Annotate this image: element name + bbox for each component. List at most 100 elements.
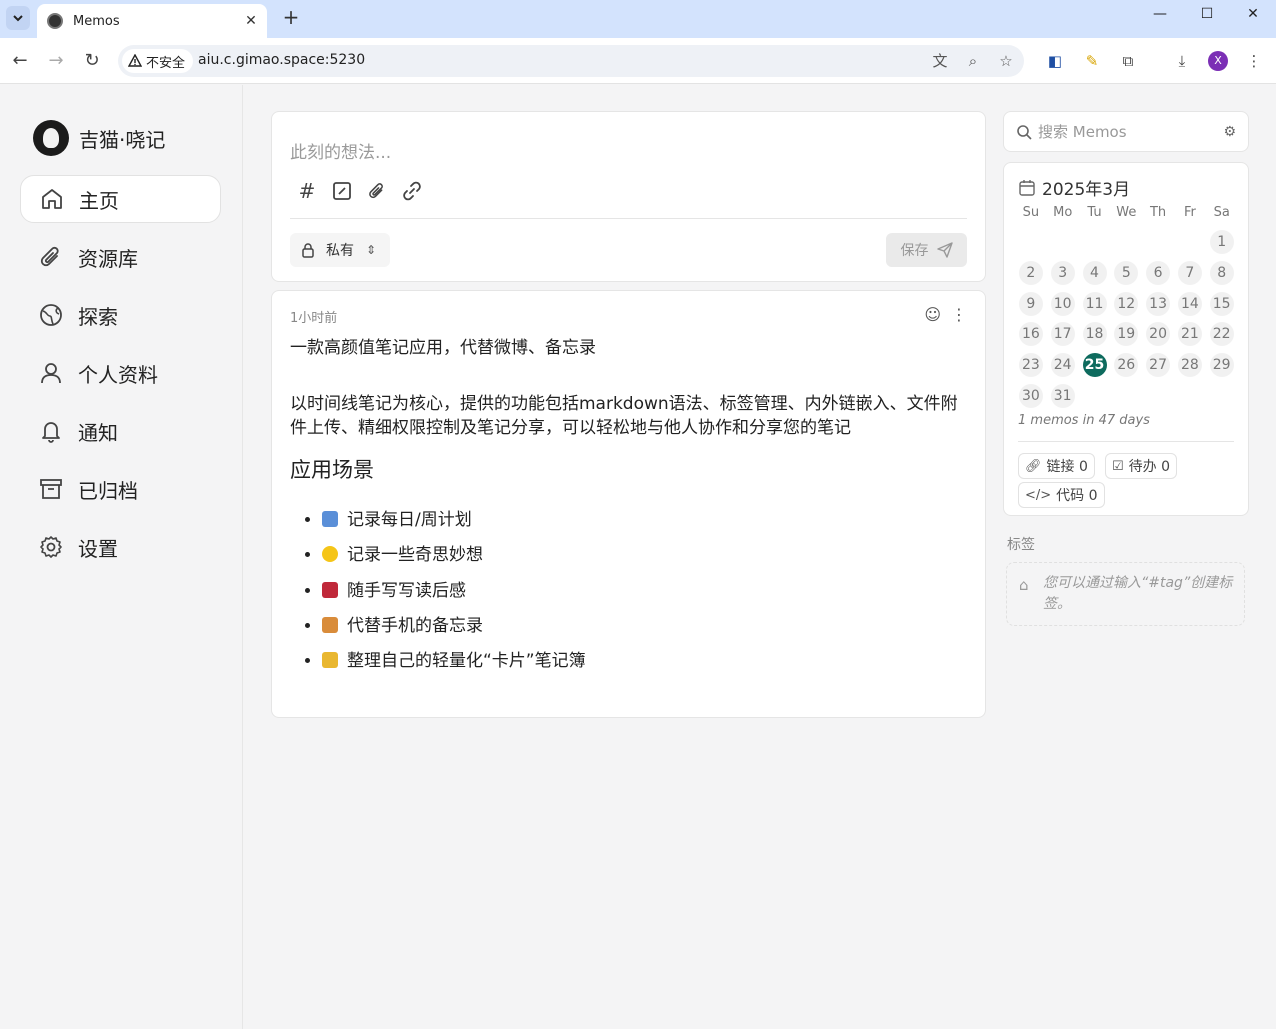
code-icon: </> [1025,487,1052,503]
calendar-day[interactable]: 3 [1050,260,1075,285]
calendar-day[interactable]: 7 [1177,260,1202,285]
calendar-day[interactable]: 30 [1018,384,1043,408]
filter-sliders-icon[interactable]: ⚙ [1223,124,1236,140]
weekday-label: We [1116,205,1137,220]
visibility-value: 私有 [326,243,354,259]
address-bar[interactable]: 不安全 aiu.c.gimao.space:5230 文 ⌕ ☆ [118,45,1024,77]
sidebar-item-home[interactable]: 主页 [20,175,221,223]
bookmark-star-icon[interactable]: ☆ [996,51,1016,71]
download-icon[interactable]: ⤓ [1171,50,1193,72]
calendar-day[interactable]: 1 [1209,230,1234,254]
calendar-day[interactable]: 5 [1114,260,1139,285]
calendar-day[interactable]: 4 [1082,260,1107,285]
memos-favicon-icon [47,13,63,29]
tab-search-button[interactable] [6,6,30,30]
links-stat-chip[interactable]: 🔗︎ 链接 0 [1018,453,1095,479]
calendar-day[interactable]: 20 [1146,322,1171,347]
calendar-day[interactable]: 13 [1146,291,1171,316]
calendar-day[interactable]: 27 [1146,353,1171,378]
profile-avatar[interactable]: X [1208,51,1228,71]
visibility-select[interactable]: 私有 ⇕ [290,233,390,267]
calendar-day[interactable]: 23 [1018,353,1043,378]
extension-1-icon[interactable]: ◧ [1044,50,1066,72]
calendar-day[interactable]: 24 [1050,353,1075,378]
calendar-day[interactable]: 22 [1209,322,1234,347]
minimize-button[interactable]: — [1137,6,1183,30]
more-kebab-icon[interactable]: ⋮ [951,305,967,324]
checkbox-icon[interactable] [331,180,353,202]
reaction-icon[interactable]: ☺ [924,305,941,324]
editor-toolbar: # [296,179,436,203]
calendar-day[interactable]: 18 [1082,322,1107,347]
memo-paragraph: 一款高颜值笔记应用，代替微博、备忘录 [290,338,596,358]
calendar-day[interactable]: 16 [1018,322,1043,347]
calendar-day[interactable]: 21 [1177,322,1202,347]
attachment-icon[interactable] [366,180,388,202]
sidebar-item-explore[interactable]: 探索 [20,291,221,339]
browser-tab[interactable]: Memos ✕ [37,4,267,38]
calendar-day[interactable]: 15 [1209,291,1234,316]
sidebar-item-label: 设置 [78,536,118,561]
maximize-button[interactable]: ☐ [1184,6,1230,30]
weekday-row: Su Mo Tu We Th Fr Sa [1015,205,1238,220]
calendar-day[interactable]: 8 [1209,260,1234,285]
menu-kebab-icon[interactable]: ⋮ [1243,50,1265,72]
calendar-day[interactable]: 9 [1018,291,1043,316]
calendar-day[interactable]: 10 [1050,291,1075,316]
calendar-day[interactable]: 28 [1177,353,1202,378]
calendar-day[interactable]: 26 [1114,353,1139,378]
calendar-day[interactable]: 19 [1114,322,1139,347]
brand-name: 吉猫·哓记 [79,127,166,152]
code-stat: 代码 0 [1056,488,1098,504]
weekday-label: Sa [1213,205,1230,220]
code-stat-chip[interactable]: </> 代码 0 [1018,482,1105,508]
sidebar-item-settings[interactable]: 设置 [20,523,221,571]
calendar-day[interactable]: 17 [1050,322,1075,347]
sidebar-item-profile[interactable]: 个人资料 [20,349,221,397]
list-item: 记录每日/周计划 [322,508,967,543]
new-tab-button[interactable]: + [279,6,303,30]
calendar-card: 2025年3月 Su Mo Tu We Th Fr Sa 1 2 3 4 5 6 7 8 9 10 11 12 13… [1003,162,1249,516]
memo-actions: ☺ ⋮ [914,305,967,324]
zoom-icon[interactable]: ⌕ [963,51,983,71]
sidebar-item-label: 个人资料 [78,362,158,387]
calendar-header: 2025年3月 [1018,175,1130,200]
todo-stat-chip[interactable]: ☑ 待办 0 [1105,453,1178,479]
calendar-day[interactable]: 2 [1018,260,1043,285]
translate-icon[interactable]: 文 [930,51,950,71]
calendar-day[interactable]: 31 [1050,384,1075,408]
reload-button[interactable]: ↻ [80,49,104,73]
sidebar-item-archived[interactable]: 已归档 [20,465,221,513]
brand[interactable]: 吉猫·哓记 [33,120,165,156]
calendar-day[interactable]: 29 [1209,353,1234,378]
hashtag-icon[interactable]: # [296,179,318,203]
link-icon[interactable] [401,180,423,202]
list-item-text: 整理自己的轻量化“卡片”笔记簿 [347,651,586,672]
extensions-puzzle-icon[interactable]: ⧉ [1117,50,1139,72]
sidebar-item-notifications[interactable]: 通知 [20,407,221,455]
calendar-day-today[interactable]: 25 [1082,353,1107,378]
todo-stat: 待办 0 [1128,459,1171,475]
editor-input[interactable]: 此刻的想法... [290,138,391,163]
calendar-day[interactable]: 6 [1146,260,1171,285]
close-window-button[interactable]: ✕ [1230,6,1276,30]
calendar-day[interactable]: 14 [1177,291,1202,316]
sidebar-item-resources[interactable]: 资源库 [20,233,221,281]
close-tab-icon[interactable]: ✕ [241,13,261,29]
security-chip[interactable]: 不安全 [122,49,194,73]
logo-icon [33,120,69,156]
save-label: 保存 [900,243,929,259]
forward-button[interactable]: → [44,49,68,73]
back-button[interactable]: ← [8,49,32,73]
list-item-text: 代替手机的备忘录 [347,615,483,636]
url-text[interactable]: aiu.c.gimao.space:5230 [198,52,365,68]
calendar-day[interactable]: 11 [1082,291,1107,316]
sidebar-item-label: 已归档 [78,478,138,503]
gear-icon [40,536,62,558]
main-column: 此刻的想法... # 私有 ⇕ 保存 1小时前 ☺ ⋮ 一款高颜值笔记应用，代替… [271,111,986,718]
sidebar-nav: 主页 资源库 探索 个人资料 通知 已归档 设置 [20,175,221,581]
search-input[interactable]: 搜索 Memos ⚙ [1003,111,1249,152]
extension-2-icon[interactable]: ✎ [1081,50,1103,72]
save-button[interactable]: 保存 [886,233,967,267]
calendar-day[interactable]: 12 [1114,291,1139,316]
